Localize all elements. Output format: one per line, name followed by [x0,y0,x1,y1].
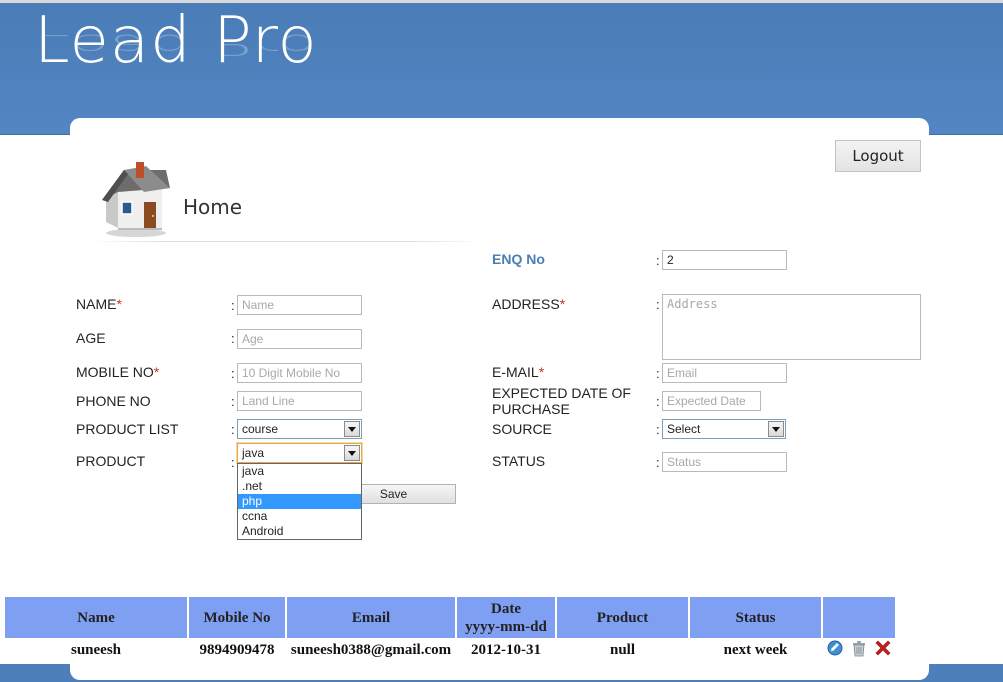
separator: : [656,422,660,437]
product-value: java [242,446,265,460]
dropdown-option[interactable]: Android [238,524,361,539]
page-title: Home [183,195,243,219]
app-logo-reflection: Lead Pro [34,27,318,61]
product-select[interactable]: java [237,443,362,463]
email-field[interactable] [662,363,787,383]
phone-field[interactable] [237,391,362,411]
row-actions [825,638,893,658]
cell-date: 2012-10-31 [457,638,555,663]
delete-icon[interactable] [849,638,869,658]
dropdown-option[interactable]: java [238,464,361,479]
separator: : [231,422,235,437]
cell-name: suneesh [5,638,187,663]
date-header-line1: Date [491,600,521,617]
column-header-date: Date yyyy-mm-dd [457,597,555,638]
column-header-actions [823,597,895,638]
expected-date-label: EXPECTED DATE OF PURCHASE [492,385,631,417]
dropdown-option[interactable]: ccna [238,509,361,524]
table-header-row: Name Mobile No Email Date yyyy-mm-dd Prod… [5,597,895,638]
email-label-text: E-MAIL [492,364,539,380]
separator: : [231,455,235,470]
dropdown-option-highlighted[interactable]: php [238,494,361,509]
separator: : [231,366,235,381]
title-divider [88,241,483,242]
table-row: suneesh 9894909478 suneesh0388@gmail.com… [5,638,895,663]
separator: : [656,366,660,381]
date-header-line2: yyyy-mm-dd [465,618,547,635]
chevron-down-icon[interactable] [768,421,784,437]
remove-icon[interactable] [873,638,893,658]
column-header-status: Status [690,597,821,638]
source-label: SOURCE [492,421,552,437]
required-mark: * [153,364,160,380]
address-label: ADDRESS* [492,296,565,312]
edit-icon[interactable] [825,638,845,658]
separator: : [656,253,660,268]
enq-no-field[interactable] [662,250,787,270]
logout-button[interactable]: Logout [835,140,921,172]
source-value: Select [667,422,701,436]
age-label: AGE [76,330,106,346]
name-label: NAME* [76,296,122,312]
cell-mobile: 9894909478 [189,638,285,663]
phone-label: PHONE NO [76,393,151,409]
status-label: STATUS [492,453,546,469]
panel-bottom [70,660,929,680]
column-header-name: Name [5,597,187,638]
cell-email: suneesh0388@gmail.com [287,638,455,663]
product-list-value: course [242,422,279,436]
chevron-down-icon[interactable] [344,421,360,437]
address-field[interactable] [662,294,921,360]
mobile-field[interactable] [237,363,362,383]
address-label-text: ADDRESS [492,296,560,312]
name-label-text: NAME [76,296,117,312]
cell-actions [823,638,895,663]
separator: : [656,297,660,312]
cell-status: next week [690,638,821,663]
product-list-label: PRODUCT LIST [76,421,179,437]
enquiry-table: Name Mobile No Email Date yyyy-mm-dd Prod… [3,597,897,663]
chevron-down-icon[interactable] [344,445,360,461]
required-mark: * [116,296,122,312]
column-header-product: Product [557,597,688,638]
enq-no-label: ENQ No [492,251,545,267]
status-field[interactable] [662,452,787,472]
product-dropdown-list[interactable]: java .net php ccna Android [237,463,362,540]
separator: : [656,455,660,470]
separator: : [656,394,660,409]
mobile-label-text: MOBILE NO [76,364,154,380]
separator: : [231,298,235,313]
name-field[interactable] [237,295,362,315]
mobile-label: MOBILE NO* [76,364,159,380]
email-label: E-MAIL* [492,364,544,380]
product-label: PRODUCT [76,453,146,469]
column-header-email: Email [287,597,455,638]
expected-date-field[interactable] [662,391,761,411]
column-header-mobile: Mobile No [189,597,285,638]
product-list-select[interactable]: course [237,419,362,439]
dropdown-option[interactable]: .net [238,479,361,494]
separator: : [231,331,235,346]
age-field[interactable] [237,329,362,349]
required-mark: * [559,296,566,312]
cell-product: null [557,638,688,663]
separator: : [231,394,235,409]
source-select[interactable]: Select [662,419,786,439]
required-mark: * [538,364,545,380]
home-icon [102,162,170,237]
